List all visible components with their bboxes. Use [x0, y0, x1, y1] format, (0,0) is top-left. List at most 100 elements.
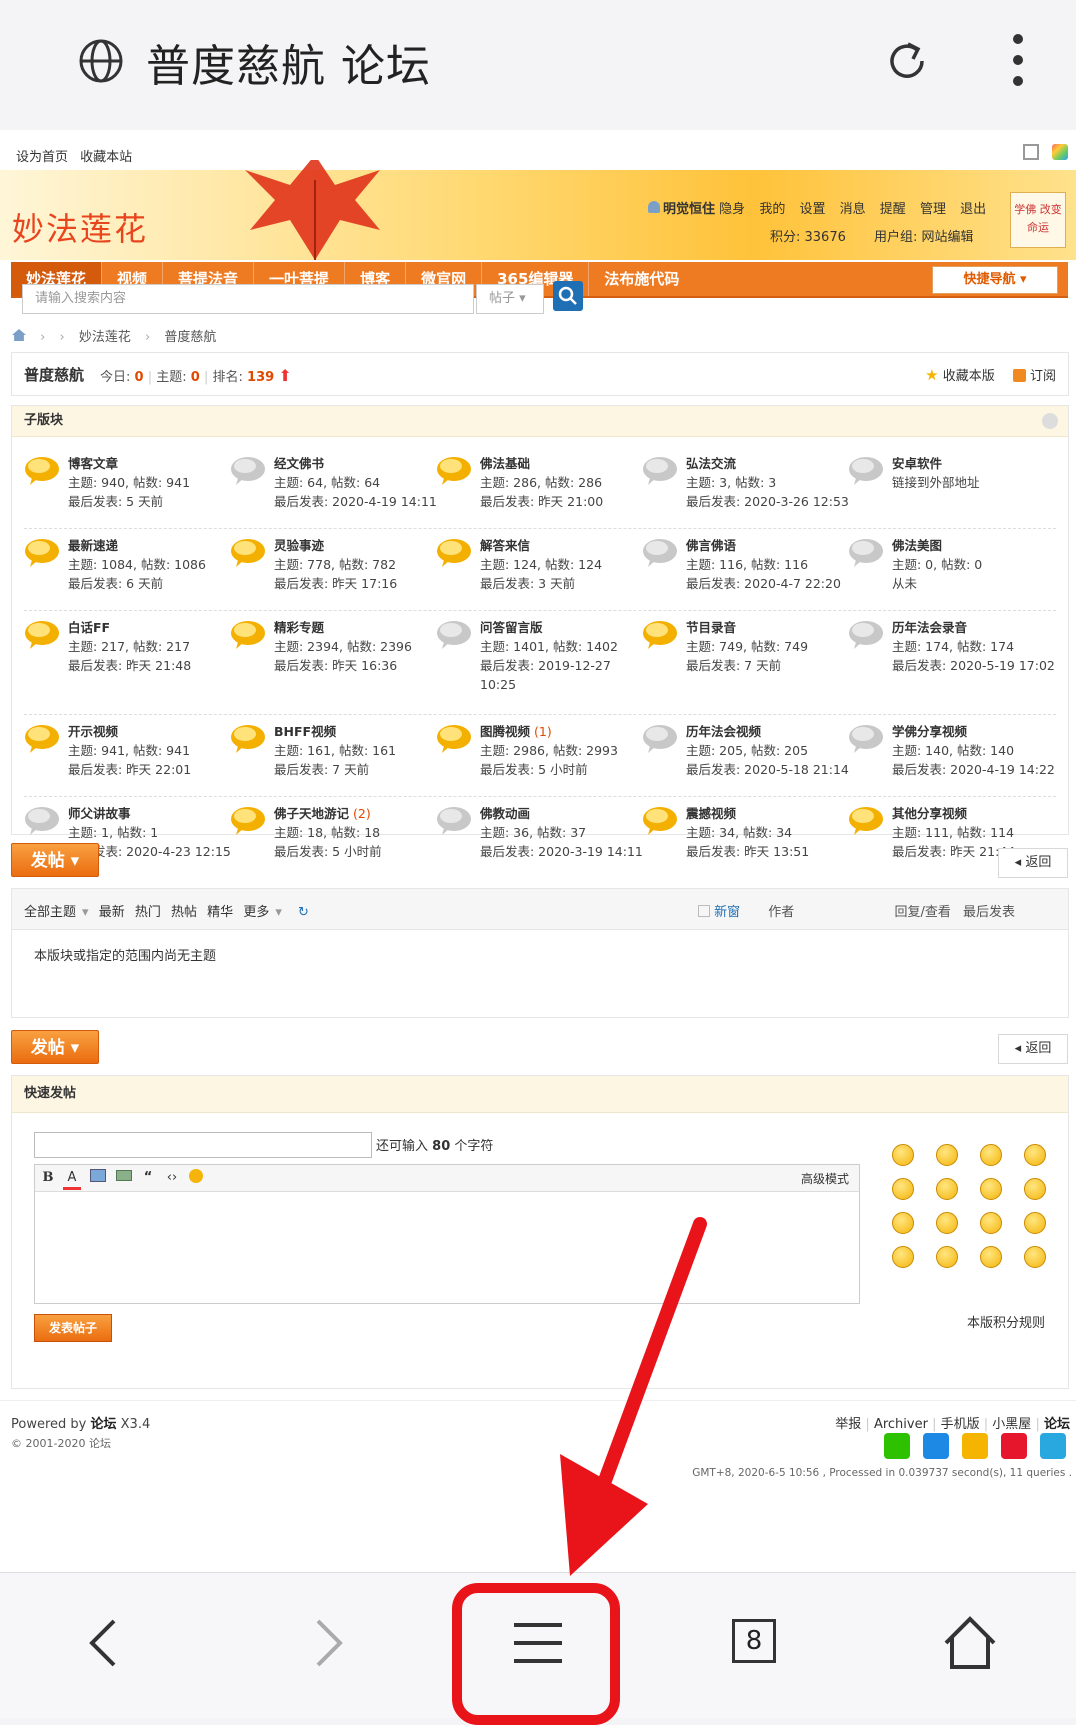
smiley-icon[interactable]	[892, 1246, 914, 1268]
subforum-name[interactable]: 弘法交流	[686, 456, 736, 471]
smiley-icon[interactable]	[187, 1169, 205, 1187]
fullscreen-icon[interactable]	[1022, 144, 1039, 160]
smiley-icon[interactable]	[1024, 1144, 1046, 1166]
footer-link-archiver[interactable]: Archiver	[874, 1417, 928, 1432]
user-item-invisible[interactable]: 隐身	[719, 202, 745, 217]
attachment-icon[interactable]	[115, 1169, 133, 1187]
subforum-name[interactable]: 其他分享视频	[892, 806, 967, 821]
search-button[interactable]	[553, 281, 583, 311]
share-icon[interactable]	[1040, 1433, 1066, 1459]
filter-more[interactable]: 更多	[243, 905, 269, 920]
footer-link-mobile[interactable]: 手机版	[941, 1417, 980, 1432]
smiley-icon[interactable]	[936, 1212, 958, 1234]
new-post-button[interactable]: 发帖 ▾	[11, 843, 99, 877]
weibo-icon[interactable]	[1000, 1433, 1027, 1459]
forum-rules-link[interactable]: 本版积分规则	[967, 1312, 1045, 1331]
post-editor[interactable]: B A “ ‹› 高级模式	[34, 1164, 860, 1304]
subforum-name[interactable]: 安卓软件	[892, 456, 942, 471]
user-points[interactable]: 积分: 33676	[770, 230, 846, 245]
subforum-name[interactable]: 开示视频	[68, 724, 118, 739]
smiley-icon[interactable]	[936, 1246, 958, 1268]
subforum-name[interactable]: 学佛分享视频	[892, 724, 967, 739]
breadcrumb-item[interactable]: 妙法莲花	[79, 330, 131, 345]
globe-icon[interactable]	[78, 38, 124, 84]
smiley-icon[interactable]	[892, 1212, 914, 1234]
subforum-name[interactable]: 历年法会视频	[686, 724, 761, 739]
search-input[interactable]: 请输入搜索内容	[22, 284, 474, 314]
smiley-icon[interactable]	[980, 1212, 1002, 1234]
filter-hot-posts[interactable]: 热帖	[171, 905, 197, 920]
collapse-icon[interactable]	[1042, 413, 1058, 429]
tabs-count-button[interactable]: 8	[732, 1619, 776, 1663]
subforum-name[interactable]: 精彩专题	[274, 620, 324, 635]
smiley-icon[interactable]	[1024, 1178, 1046, 1200]
submit-post-button[interactable]: 发表帖子	[34, 1314, 112, 1342]
subforum-name[interactable]: 问答留言版	[480, 620, 543, 635]
subforum-name[interactable]: 图腾视频	[480, 724, 530, 739]
filter-hot[interactable]: 热门	[135, 905, 161, 920]
qzone-icon[interactable]	[961, 1433, 988, 1459]
more-menu-icon[interactable]	[1008, 34, 1028, 90]
subforum-name[interactable]: 解答来信	[480, 538, 530, 553]
subforum-name[interactable]: 佛子天地游记	[274, 806, 349, 821]
subforum-name[interactable]: 佛法美图	[892, 538, 942, 553]
subforum-name[interactable]: 博客文章	[68, 456, 118, 471]
qq-icon[interactable]	[922, 1433, 949, 1459]
filter-all[interactable]: 全部主题	[24, 905, 76, 920]
image-icon[interactable]	[89, 1169, 107, 1187]
user-item-mine[interactable]: 我的	[759, 202, 785, 217]
subforum-name[interactable]: 灵验事迹	[274, 538, 324, 553]
footer-link-report[interactable]: 举报	[835, 1417, 861, 1432]
footer-link-forum[interactable]: 论坛	[1044, 1417, 1070, 1432]
home-button-icon[interactable]	[940, 1613, 1000, 1673]
user-item-notices[interactable]: 提醒	[880, 202, 906, 217]
forward-icon[interactable]	[296, 1613, 356, 1673]
breadcrumb-item[interactable]: 普度慈航	[164, 330, 216, 345]
advanced-mode-link[interactable]: 高级模式	[801, 1170, 849, 1187]
search-type-select[interactable]: 帖子 ▾	[476, 284, 544, 314]
subforum-name[interactable]: 佛教动画	[480, 806, 530, 821]
filter-digest[interactable]: 精华	[207, 905, 233, 920]
set-homepage-link[interactable]: 设为首页	[16, 150, 68, 165]
smiley-icon[interactable]	[892, 1178, 914, 1200]
subforum-name[interactable]: 佛法基础	[480, 456, 530, 471]
subscribe-link[interactable]: 订阅	[1030, 369, 1056, 384]
quote-icon[interactable]: “	[139, 1169, 157, 1187]
smiley-icon[interactable]	[980, 1178, 1002, 1200]
page-title[interactable]: 普度慈航 论坛	[146, 30, 431, 94]
subforum-name[interactable]: 师父讲故事	[68, 806, 131, 821]
post-title-input[interactable]	[34, 1132, 372, 1158]
subforum-name[interactable]: 经文佛书	[274, 456, 324, 471]
refresh-icon[interactable]: ↻	[298, 905, 309, 920]
subforum-name[interactable]: 佛言佛语	[686, 538, 736, 553]
bookmark-site-link[interactable]: 收藏本站	[80, 150, 132, 165]
subforum-name[interactable]: 历年法会录音	[892, 620, 967, 635]
wechat-icon[interactable]	[883, 1433, 910, 1459]
username[interactable]: 明觉恒住	[663, 202, 715, 217]
footer-link-blacklist[interactable]: 小黑屋	[992, 1417, 1031, 1432]
filter-latest[interactable]: 最新	[99, 905, 125, 920]
smiley-icon[interactable]	[936, 1178, 958, 1200]
color-theme-icon[interactable]	[1052, 144, 1068, 160]
subforum-name[interactable]: 最新速递	[68, 538, 118, 553]
new-window-label[interactable]: 新窗	[714, 905, 740, 920]
new-window-checkbox[interactable]	[698, 905, 710, 917]
smiley-icon[interactable]	[980, 1246, 1002, 1268]
back-button-bottom[interactable]: ◂ 返回	[998, 1034, 1068, 1064]
powered-name[interactable]: 论坛	[91, 1417, 117, 1432]
smiley-icon[interactable]	[1024, 1212, 1046, 1234]
subforum-name[interactable]: 震撼视频	[686, 806, 736, 821]
code-icon[interactable]: ‹›	[163, 1169, 181, 1187]
smiley-icon[interactable]	[980, 1144, 1002, 1166]
user-item-admin[interactable]: 管理	[920, 202, 946, 217]
favorite-forum-link[interactable]: 收藏本版	[943, 369, 995, 384]
user-item-messages[interactable]: 消息	[840, 202, 866, 217]
home-icon[interactable]	[12, 329, 26, 341]
back-button[interactable]: ◂ 返回	[998, 848, 1068, 878]
user-item-settings[interactable]: 设置	[799, 202, 825, 217]
quick-nav-button[interactable]: 快捷导航 ▾	[932, 266, 1058, 294]
user-item-logout[interactable]: 退出	[960, 202, 986, 217]
bold-icon[interactable]: B	[39, 1169, 57, 1187]
smiley-icon[interactable]	[1024, 1246, 1046, 1268]
nav-item-code[interactable]: 法布施代码	[589, 262, 694, 296]
